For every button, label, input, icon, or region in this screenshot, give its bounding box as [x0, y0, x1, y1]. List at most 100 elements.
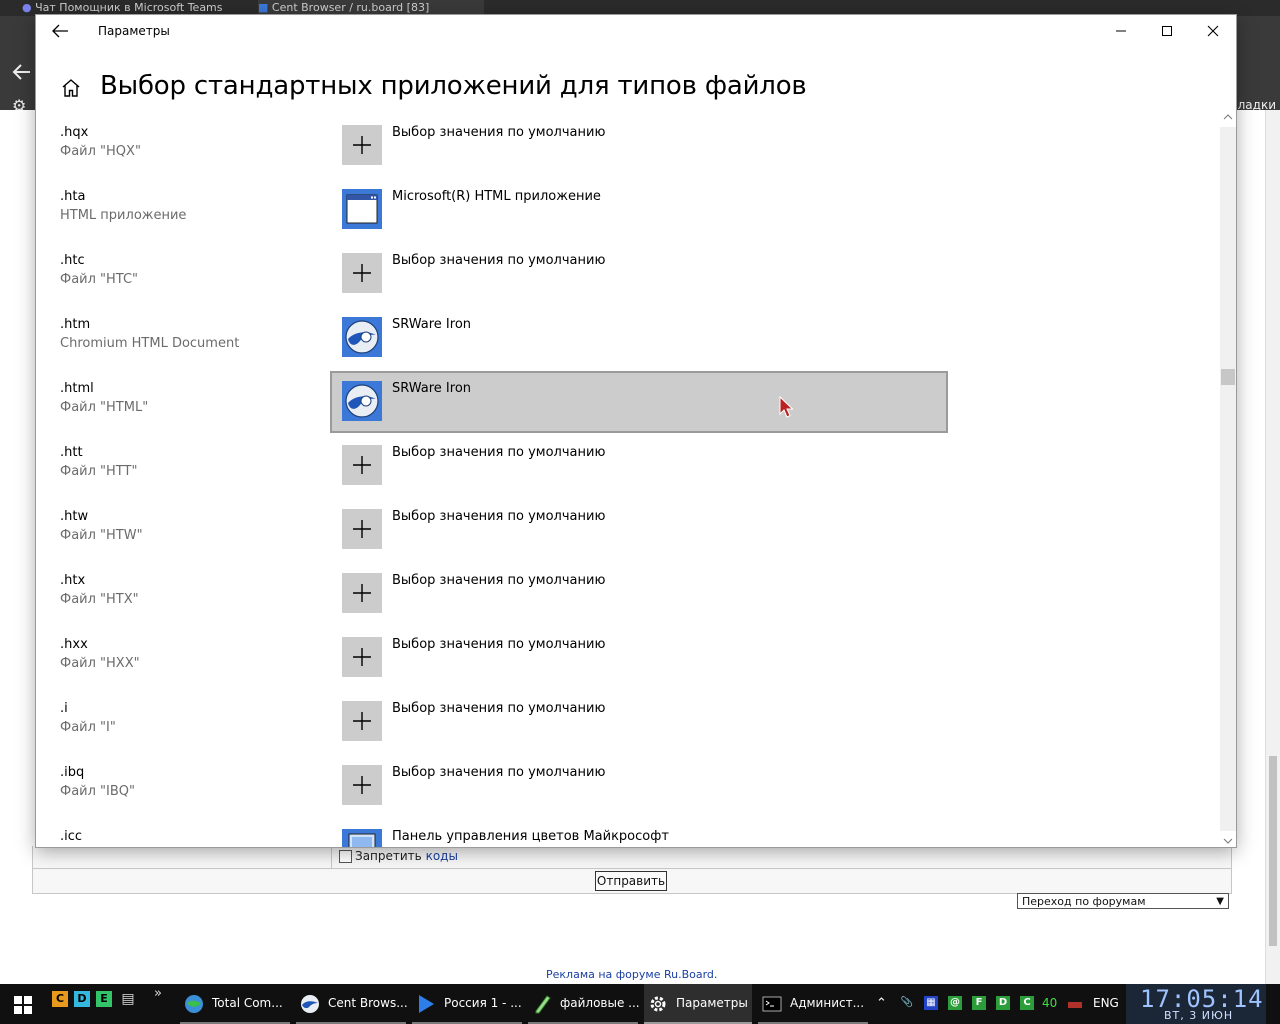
forbid-codes-checkbox[interactable] — [339, 850, 352, 863]
taskbar-app-label: Россия 1 - ... — [444, 996, 522, 1010]
taskbar-app-button[interactable]: Параметры — [644, 984, 752, 1024]
file-extension: .ibq — [60, 765, 85, 780]
taskbar-app-button[interactable]: файловые ... — [528, 984, 640, 1024]
quick-launch-c[interactable]: C — [52, 991, 68, 1007]
default-app-name: Выбор значения по умолчанию — [392, 253, 606, 268]
quick-launch-e[interactable]: E — [96, 991, 112, 1007]
file-extension: .htt — [60, 445, 83, 460]
file-type-description: Файл "HXX" — [60, 656, 140, 671]
default-app-button[interactable]: Панель управления цветов Майкрософт — [330, 819, 948, 847]
file-extension: .icc — [60, 829, 83, 844]
teams-icon: ● — [22, 1, 32, 14]
color-management-icon — [342, 829, 382, 847]
maximize-icon — [1162, 26, 1172, 36]
home-icon[interactable] — [60, 77, 82, 99]
taskbar-app-label: Админист... — [790, 996, 865, 1010]
browser-tab[interactable]: ● Чат Помощник в Microsoft Teams — [22, 0, 240, 16]
default-app-button[interactable]: Выбор значения по умолчанию — [330, 755, 948, 817]
minimize-icon — [1116, 30, 1126, 32]
quick-launch-more-icon[interactable]: » — [154, 986, 162, 1001]
file-extension: .hta — [60, 189, 86, 204]
tray-app-icon[interactable]: C — [1020, 996, 1034, 1010]
network-meter-icon[interactable] — [1068, 1002, 1082, 1008]
forum-ad-link[interactable]: Реклама на форуме Ru.Board. — [546, 968, 717, 981]
media-player-icon — [416, 994, 436, 1014]
taskbar-app-button[interactable]: Total Com... — [180, 984, 290, 1024]
default-app-name: SRWare Iron — [392, 381, 472, 396]
windows-start-icon[interactable] — [14, 996, 32, 1014]
file-extension: .htx — [60, 573, 86, 588]
default-app-button[interactable]: Выбор значения по умолчанию — [330, 435, 948, 497]
list-scrollbar[interactable] — [1220, 111, 1236, 847]
paperclip-icon[interactable]: 📎 — [900, 996, 914, 1010]
notepad-icon — [532, 994, 552, 1014]
mouse-cursor-icon — [779, 396, 793, 418]
taskbar-app-label: Cent Brows... — [328, 996, 408, 1010]
default-app-button[interactable]: SRWare Iron — [330, 371, 948, 433]
file-type-description: Chromium HTML Document — [60, 336, 240, 351]
taskbar: C D E ▤ » Total Com... Cent Brows... Росси… — [0, 984, 1280, 1024]
scroll-thumb[interactable] — [1221, 369, 1235, 385]
taskbar-app-button[interactable]: Россия 1 - ... — [412, 984, 522, 1024]
tray-overflow-chevron-icon[interactable]: ⌃ — [876, 996, 887, 1011]
default-app-button[interactable]: Microsoft(R) HTML приложение — [330, 179, 948, 241]
default-app-button[interactable]: Выбор значения по умолчанию — [330, 563, 948, 625]
tray-app-icon[interactable]: ▦ — [924, 996, 938, 1010]
plus-icon — [342, 701, 382, 741]
forum-jump-select[interactable]: Переход по форумам ▼ — [1017, 893, 1229, 909]
browser-tab-active[interactable]: ■ Cent Browser / ru.board [83] — [258, 0, 484, 16]
file-extension: .i — [60, 701, 68, 716]
file-type-description: Файл "HQX" — [60, 144, 141, 159]
taskbar-app-button[interactable]: Cent Brows... — [296, 984, 408, 1024]
file-type-row: .iccПрофиль ICCПанель управления цветов … — [36, 829, 1220, 847]
default-app-name: Microsoft(R) HTML приложение — [392, 189, 601, 204]
default-app-button[interactable]: Выбор значения по умолчанию — [330, 243, 948, 305]
tray-app-icon[interactable]: F — [972, 996, 986, 1010]
title-bar[interactable]: Параметры — [36, 15, 1236, 47]
tray-counter[interactable]: 40 — [1042, 996, 1057, 1010]
file-extension: .htw — [60, 509, 89, 524]
default-app-name: Выбор значения по умолчанию — [392, 125, 606, 140]
scroll-down-arrow-icon[interactable] — [1223, 837, 1233, 845]
clock-date: ВТ, 3 ИЮН — [1164, 1009, 1234, 1022]
quick-launch-d[interactable]: D — [74, 991, 90, 1007]
html-app-icon — [342, 189, 382, 229]
input-language[interactable]: ENG — [1093, 996, 1119, 1010]
browser-back-arrow-icon[interactable] — [10, 60, 34, 84]
cent-browser-tab-icon: ■ — [258, 1, 269, 14]
taskbar-app-label: файловые ... — [560, 996, 640, 1010]
scroll-up-arrow-icon[interactable] — [1223, 113, 1233, 121]
window-title: Параметры — [98, 24, 170, 38]
default-app-name: Панель управления цветов Майкрософт — [392, 829, 669, 844]
document-icon[interactable]: ▤ — [120, 991, 136, 1007]
default-app-button[interactable]: Выбор значения по умолчанию — [330, 499, 948, 561]
default-app-name: Выбор значения по умолчанию — [392, 701, 606, 716]
background-page-scrollbar[interactable] — [1265, 110, 1280, 984]
default-app-name: Выбор значения по умолчанию — [392, 509, 606, 524]
file-type-description: Файл "HTX" — [60, 592, 139, 607]
taskbar-app-button[interactable]: Админист... — [758, 984, 868, 1024]
codes-link[interactable]: коды — [426, 849, 458, 863]
close-button[interactable] — [1190, 15, 1236, 47]
scrollbar-thumb[interactable] — [1269, 756, 1277, 946]
file-type-description: Файл "HTML" — [60, 400, 149, 415]
default-app-name: Выбор значения по умолчанию — [392, 637, 606, 652]
forbid-codes-label: Запретить коды — [355, 849, 458, 863]
default-app-button[interactable]: SRWare Iron — [330, 307, 948, 369]
default-app-button[interactable]: Выбор значения по умолчанию — [330, 115, 948, 177]
send-button[interactable]: Отправить — [595, 871, 667, 891]
default-app-button[interactable]: Выбор значения по умолчанию — [330, 691, 948, 753]
back-arrow-icon[interactable] — [48, 21, 72, 41]
default-app-button[interactable]: Выбор значения по умолчанию — [330, 627, 948, 689]
scroll-track[interactable] — [1220, 127, 1236, 831]
file-type-description: Файл "HTW" — [60, 528, 143, 543]
clock[interactable]: 17:05:14 ВТ, 3 ИЮН — [1126, 984, 1266, 1024]
tray-app-icon[interactable]: D — [996, 996, 1010, 1010]
minimize-button[interactable] — [1098, 15, 1144, 47]
plus-icon — [342, 573, 382, 613]
settings-gear-icon — [648, 994, 668, 1014]
maximize-button[interactable] — [1144, 15, 1190, 47]
tray-app-icon[interactable]: @ — [948, 996, 962, 1010]
plus-icon — [342, 253, 382, 293]
plus-icon — [342, 125, 382, 165]
